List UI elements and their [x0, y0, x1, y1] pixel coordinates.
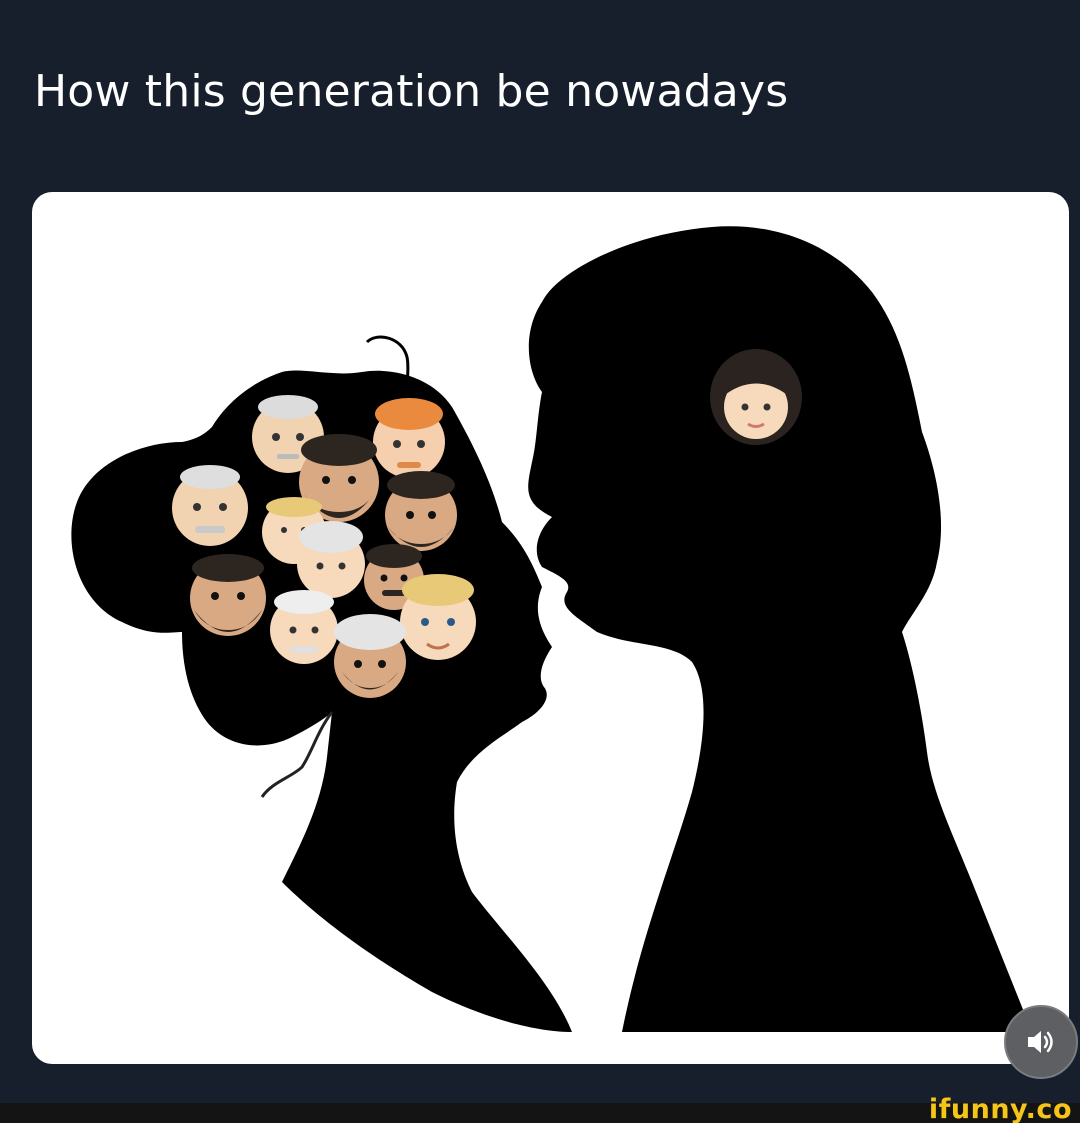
woman-emoji — [710, 349, 802, 445]
silhouettes-illustration — [71, 226, 1032, 1033]
emoji-old-man-white — [270, 590, 338, 664]
post-text: How this generation be nowadays — [34, 66, 789, 117]
emoji-bearded-man-2 — [385, 471, 457, 551]
emoji-old-man-2 — [172, 465, 248, 546]
footer-bar — [0, 1103, 1080, 1123]
emoji-blond-man-2 — [400, 574, 476, 660]
media-image[interactable] — [32, 192, 1069, 1064]
ifunny-watermark: ifunny.co — [928, 1094, 1072, 1123]
emoji-turban-man-1 — [297, 521, 365, 598]
emoji-turban-man-2 — [334, 614, 406, 698]
emoji-bearded-man-3 — [190, 554, 266, 636]
speaker-on-icon — [1028, 1031, 1053, 1053]
emoji-red-hair-man — [373, 398, 445, 478]
sound-toggle-button[interactable] — [1004, 1005, 1078, 1079]
post-page: How this generation be nowadays ifunny.c… — [0, 0, 1080, 1123]
man-silhouette — [528, 226, 1032, 1033]
